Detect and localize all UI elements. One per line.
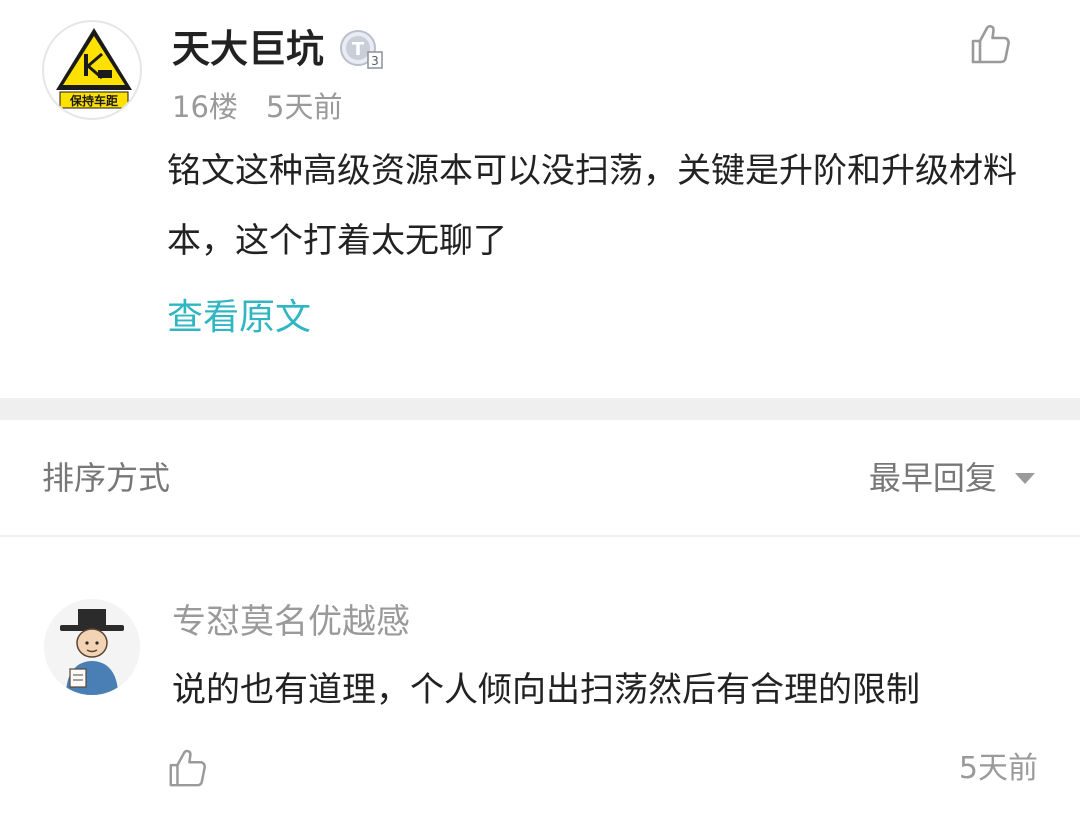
reply-author-name[interactable]: 专怼莫名优越感 — [172, 599, 410, 645]
thumbs-up-icon[interactable] — [968, 22, 1012, 66]
floor-number: 16楼 — [172, 90, 238, 124]
section-divider — [0, 398, 1080, 420]
post-time: 5天前 — [266, 90, 343, 124]
reply-item: 专怼莫名优越感 说的也有道理，个人倾向出扫荡然后有合理的限制 5天前 — [0, 537, 1080, 819]
sort-bar: 排序方式 最早回复 — [0, 420, 1080, 537]
reply-content: 说的也有道理，个人倾向出扫荡然后有合理的限制 — [172, 670, 920, 710]
author-avatar[interactable]: 保持车距 — [42, 20, 142, 120]
reply-avatar[interactable] — [44, 599, 140, 695]
thumbs-up-icon[interactable] — [166, 747, 208, 789]
main-post: 保持车距 天大巨坑 T 3 16楼 5天前 铭文这种高级资源本可以没扫荡，关键是… — [0, 0, 1080, 398]
sort-label: 排序方式 — [42, 459, 171, 497]
svg-text:保持车距: 保持车距 — [69, 93, 118, 108]
view-original-link[interactable]: 查看原文 — [167, 292, 311, 344]
comment-page: 保持车距 天大巨坑 T 3 16楼 5天前 铭文这种高级资源本可以没扫荡，关键是… — [0, 0, 1080, 819]
cartoon-official-avatar-icon — [44, 599, 140, 695]
level-badge-icon: T 3 — [340, 30, 383, 69]
post-content: 铭文这种高级资源本可以没扫荡，关键是升阶和升级材料本，这个打着太无聊了 — [167, 151, 1017, 261]
sort-value: 最早回复 — [868, 459, 997, 497]
caret-down-icon — [1015, 473, 1035, 484]
author-name[interactable]: 天大巨坑 — [172, 26, 324, 72]
svg-text:T: T — [352, 39, 365, 60]
reply-time: 5天前 — [958, 751, 1038, 786]
sort-dropdown[interactable]: 最早回复 — [869, 456, 1036, 500]
warning-sign-icon: 保持车距 — [56, 28, 132, 109]
svg-text:3: 3 — [371, 54, 379, 68]
